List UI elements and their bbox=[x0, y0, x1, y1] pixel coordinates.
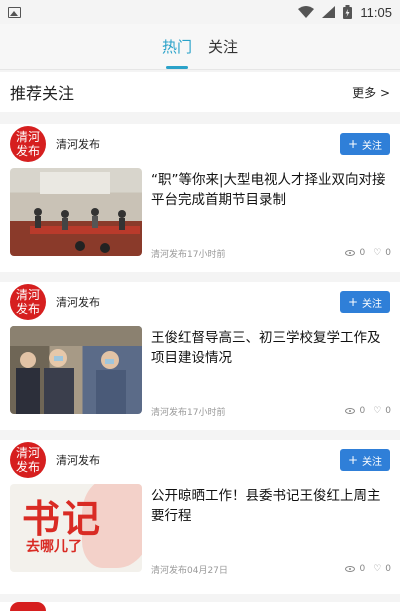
photo-image bbox=[10, 326, 142, 414]
article-stats: 0 ♡ 0 bbox=[345, 564, 391, 574]
card-body[interactable]: “职”等你来|大型电视人才择业双向对接平台完成首期节目录制 清河发布17小时前 … bbox=[0, 168, 400, 272]
article-headline[interactable]: 公开晾晒工作！县委书记王俊红上周主要行程 bbox=[151, 486, 391, 526]
logo-text-line: 发布 bbox=[15, 459, 40, 474]
source-time: 清河发布04月27日 bbox=[151, 565, 228, 576]
article-meta: 清河发布17小时前 0 ♡ 0 bbox=[151, 404, 391, 418]
logo-text-line: 发布 bbox=[15, 143, 40, 158]
feed-card[interactable]: 清河 发布 清河发布 + 关注 王俊红督导高三、初三学校复学工作及项目建设情况 … bbox=[0, 282, 400, 430]
view-count: 0 bbox=[359, 248, 366, 258]
logo-text-line: 清河 bbox=[15, 445, 40, 460]
article-thumbnail[interactable]: 书记 去哪儿了 bbox=[10, 484, 142, 572]
follow-label: 关注 bbox=[362, 298, 382, 310]
author-logo[interactable]: 清河 发布 bbox=[10, 442, 46, 478]
follow-button[interactable]: + 关注 bbox=[339, 291, 390, 313]
wifi-icon bbox=[298, 6, 315, 18]
top-tab-bar: 热门 关注 bbox=[0, 24, 400, 70]
recommend-title: 推荐关注 bbox=[10, 84, 75, 103]
card-body[interactable]: 王俊红督导高三、初三学校复学工作及项目建设情况 清河发布17小时前 0 ♡ 0 bbox=[0, 326, 400, 430]
tab-follow[interactable]: 关注 bbox=[200, 36, 246, 69]
author-logo[interactable]: 清河 发布 bbox=[10, 284, 46, 320]
feed-card[interactable]: 清河 发布 清河发布 + 关注 “职”等你来|大型电视人才择业双向对接平台完成首… bbox=[0, 124, 400, 272]
author-name[interactable]: 清河发布 bbox=[56, 294, 100, 310]
follow-button[interactable]: + 关注 bbox=[339, 133, 390, 155]
plus-icon: + bbox=[347, 137, 358, 151]
view-count: 0 bbox=[359, 564, 366, 574]
card-author-row: 清河 发布 清河发布 + 关注 bbox=[0, 124, 400, 164]
logo-text-line: 清河 bbox=[15, 287, 40, 302]
more-link[interactable]: 更多 > bbox=[352, 84, 390, 101]
article-stats: 0 ♡ 0 bbox=[345, 248, 391, 258]
eye-icon bbox=[345, 566, 356, 572]
clock: 11:05 bbox=[360, 4, 392, 20]
card-author-row: 清河 发布 清河发布 + 关注 bbox=[0, 282, 400, 322]
thumbnail-subtitle: 去哪儿了 bbox=[26, 539, 82, 555]
author-name[interactable]: 清河发布 bbox=[56, 136, 100, 152]
battery-icon bbox=[343, 5, 353, 19]
thumbnail-title: 书记 bbox=[22, 496, 103, 541]
follow-label: 关注 bbox=[362, 140, 382, 152]
image-icon bbox=[8, 6, 21, 18]
source-time: 清河发布17小时前 bbox=[151, 407, 226, 418]
article-meta: 清河发布04月27日 0 ♡ 0 bbox=[151, 562, 391, 576]
eye-icon bbox=[345, 250, 356, 256]
tab-hot[interactable]: 热门 bbox=[154, 36, 200, 69]
article-headline[interactable]: 王俊红督导高三、初三学校复学工作及项目建设情况 bbox=[151, 328, 391, 368]
heart-icon[interactable]: ♡ bbox=[373, 248, 381, 258]
follow-label: 关注 bbox=[362, 456, 382, 468]
like-count: 0 bbox=[385, 564, 391, 574]
like-count: 0 bbox=[385, 248, 391, 258]
heart-icon[interactable]: ♡ bbox=[373, 406, 381, 416]
article-thumbnail[interactable] bbox=[10, 168, 142, 256]
source-time: 清河发布17小时前 bbox=[151, 249, 226, 260]
author-name[interactable]: 清河发布 bbox=[56, 452, 100, 468]
eye-icon bbox=[345, 408, 356, 414]
heart-icon[interactable]: ♡ bbox=[373, 564, 381, 574]
status-icons: 11:05 bbox=[298, 5, 392, 20]
article-stats: 0 ♡ 0 bbox=[345, 406, 391, 416]
article-meta: 清河发布17小时前 0 ♡ 0 bbox=[151, 246, 391, 260]
card-body[interactable]: 书记 去哪儿了 公开晾晒工作！县委书记王俊红上周主要行程 清河发布04月27日 … bbox=[0, 484, 400, 588]
view-count: 0 bbox=[359, 406, 366, 416]
article-headline[interactable]: “职”等你来|大型电视人才择业双向对接平台完成首期节目录制 bbox=[151, 170, 391, 210]
like-count: 0 bbox=[385, 406, 391, 416]
signal-icon bbox=[322, 6, 336, 18]
author-logo[interactable]: 清河 发布 bbox=[10, 126, 46, 162]
plus-icon: + bbox=[347, 453, 358, 467]
logo-text-line: 发布 bbox=[15, 301, 40, 316]
plus-icon: + bbox=[347, 295, 358, 309]
article-thumbnail[interactable] bbox=[10, 326, 142, 414]
follow-button[interactable]: + 关注 bbox=[339, 449, 390, 471]
logo-text-line: 清河 bbox=[15, 129, 40, 144]
feed-card[interactable]: 清河 发布 清河发布 + 关注 书记 去哪儿了 公开晾晒工作！县委书记王俊红上周… bbox=[0, 440, 400, 594]
status-bar: 11:05 bbox=[0, 0, 400, 24]
feed-card-partial[interactable] bbox=[0, 602, 400, 611]
card-author-row: 清河 发布 清河发布 + 关注 bbox=[0, 440, 400, 480]
recommend-header: 推荐关注 更多 > bbox=[0, 72, 400, 112]
photo-image bbox=[30, 172, 140, 253]
author-logo bbox=[10, 602, 46, 611]
